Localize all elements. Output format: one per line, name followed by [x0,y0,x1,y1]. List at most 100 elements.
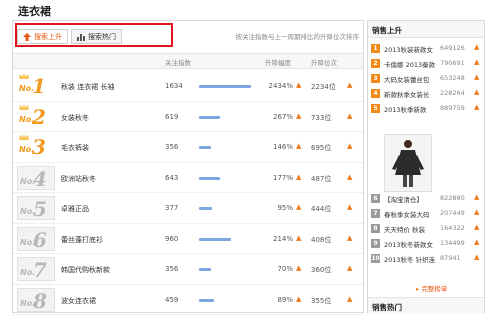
position-value: 408位 [311,235,332,244]
table-row[interactable]: No. 6 蕾丝蓬打底衫 960 214% ▲ 408位 ▲ [13,224,363,254]
list-item[interactable]: 6 【淘宝清仓】 822880 ▲ [368,191,484,206]
position-value: 444位 [311,205,332,213]
col-position: 升降位次 [311,59,337,67]
sidebar-list-bottom: 6 【淘宝清仓】 822880 ▲ 7 春秋季女装大码 207449 ▲ 8 天… [368,191,484,266]
item-name[interactable]: 【淘宝清仓】 [384,194,440,204]
ranking-list: No. 1 秋装 连衣裙 长袖 1634 2434% ▲ 2234位 ▲ No.… [13,71,363,315]
rank-badge: No. 8 [17,287,55,313]
index-value: 619 [165,112,179,121]
index-value: 643 [165,173,179,182]
rate-value: 95% [277,204,293,212]
keyword-link[interactable]: 波女连衣裙 [61,296,96,306]
table-row[interactable]: No. 1 秋装 连衣裙 长袖 1634 2434% ▲ 2234位 ▲ [13,71,363,102]
list-item[interactable]: 7 春秋季女装大码 207449 ▲ [368,206,484,221]
up-arrow-icon: ▲ [347,294,353,303]
position-value: 487位 [311,174,332,183]
keyword-link[interactable]: 韩国代购秋新款 [61,265,110,275]
rank-number: 1 [32,74,46,98]
up-arrow-icon: ▲ [347,111,353,120]
rank-badge: No. 2 [17,103,55,129]
tab-label: 搜索热门 [88,32,116,41]
up-arrow-icon: ▲ [347,81,353,89]
rank-badge: No. 1 [17,73,55,98]
rate-value: 146% [272,143,293,151]
keyword-link[interactable]: 卓雅正品 [61,204,89,214]
up-arrow-icon: ▲ [296,203,302,211]
keyword-link[interactable]: 女装秋冬 [61,113,89,123]
full-ranking-label: 完整榜单 [421,285,448,293]
table-row[interactable]: No. 5 卓雅正品 377 95% ▲ 444位 ▲ [13,193,363,224]
keyword-link[interactable]: 欧洲站秋冬 [61,174,96,184]
index-value: 1634 [165,82,183,90]
list-item[interactable]: 1 2013秋装新款女 649126 ▲ [368,41,484,56]
rank-number: 4 [33,166,47,191]
index-bar [199,207,212,210]
up-arrow-icon: ▲ [474,103,480,111]
trend-up-icon [23,32,31,41]
table-row[interactable]: No. 4 欧洲站秋冬 643 177% ▲ 487位 ▲ [13,163,363,193]
position-value: 2234位 [311,83,336,91]
item-name[interactable]: 大码女装蕾丝包 [384,74,440,84]
col-index: 关注指数 [165,59,191,67]
up-arrow-icon: ▲ [474,223,480,231]
rank-badge: 5 [371,104,380,113]
up-arrow-icon: ▲ [296,233,302,242]
item-name[interactable]: 天天特价 秋装 [384,224,440,234]
up-arrow-icon: ▲ [347,142,353,150]
full-ranking-link[interactable]: ▸ 完整榜单 [416,283,447,293]
list-item[interactable]: 2 卡倫娜 2013秦款 790691 ▲ [368,56,484,71]
up-arrow-icon: ▲ [347,203,353,211]
up-arrow-icon: ▲ [296,172,302,181]
col-rate: 升降幅度 [265,59,291,67]
rate-value: 89% [277,295,293,304]
item-name[interactable]: 2013秋季新款 [384,104,440,114]
list-item[interactable]: 5 2013秋季新款 889759 ▲ [368,101,484,116]
rate-value: 267% [272,112,293,121]
product-image [385,135,431,191]
item-name[interactable]: 2013秋冬新款女 [384,239,440,249]
up-arrow-icon: ▲ [296,264,302,272]
keyword-link[interactable]: 秋装 连衣裙 长袖 [61,82,114,92]
table-row[interactable]: No. 7 韩国代购秋新款 356 70% ▲ 360位 ▲ [13,254,363,285]
table-row[interactable]: No. 8 波女连衣裙 459 89% ▲ 355位 ▲ [13,285,363,315]
up-arrow-icon: ▲ [474,208,480,216]
table-row[interactable]: No. 3 毛衣裤装 356 146% ▲ 695位 ▲ [13,132,363,163]
list-item[interactable]: 4 新款秋季女装长 228264 ▲ [368,86,484,101]
keyword-link[interactable]: 蕾丝蓬打底衫 [61,235,103,245]
list-item[interactable]: 9 2013秋冬新款女 134499 ▲ [368,236,484,251]
tab-search-rising[interactable]: 搜索上升 [17,29,68,44]
page-title: 连衣裙 [18,5,51,18]
item-name[interactable]: 2013秋冬 针织连 [384,254,440,264]
item-name[interactable]: 新款秋季女装长 [384,89,440,99]
item-value: 790691 [440,59,465,67]
rank-badge: 1 [371,44,380,53]
rank-number: 5 [33,197,47,221]
crown-icon [19,134,29,140]
rate-value: 177% [272,173,293,182]
item-name[interactable]: 卡倫娜 2013秦款 [384,59,440,69]
search-ranking-panel: 搜索上升 搜索热门 按关注指数与上一周期排比的升降位次排序 关注指数 升降幅度 … [12,20,364,315]
up-arrow-icon: ▲ [474,73,480,81]
item-name[interactable]: 2013秋装新款女 [384,44,440,54]
up-arrow-icon: ▲ [296,81,302,89]
rate-value: 2434% [268,82,293,90]
tab-search-hot[interactable]: 搜索热门 [71,29,122,44]
index-value: 459 [165,295,179,304]
rank-badge: No. 4 [17,165,55,191]
item-value: 653248 [440,74,465,82]
sales-sidebar: 销售上升 1 2013秋装新款女 649126 ▲ 2 卡倫娜 2013秦款 7… [367,20,485,314]
item-value: 87941 [440,254,461,262]
product-thumbnail[interactable] [384,134,432,192]
sidebar-list-top: 1 2013秋装新款女 649126 ▲ 2 卡倫娜 2013秦款 790691… [368,41,484,116]
index-bar [199,298,214,302]
list-item[interactable]: 3 大码女装蕾丝包 653248 ▲ [368,71,484,86]
position-value: 355位 [311,296,332,305]
rate-value: 214% [272,234,293,243]
table-row[interactable]: No. 2 女装秋冬 619 267% ▲ 733位 ▲ [13,102,363,132]
item-name[interactable]: 春秋季女装大码 [384,209,440,219]
sidebar-title: 销售上升 [368,21,484,38]
list-item[interactable]: 10 2013秋冬 针织连 87941 ▲ [368,251,484,266]
list-item[interactable]: 8 天天特价 秋装 164322 ▲ [368,221,484,236]
rank-badge: 8 [371,224,380,233]
keyword-link[interactable]: 毛衣裤装 [61,143,89,153]
